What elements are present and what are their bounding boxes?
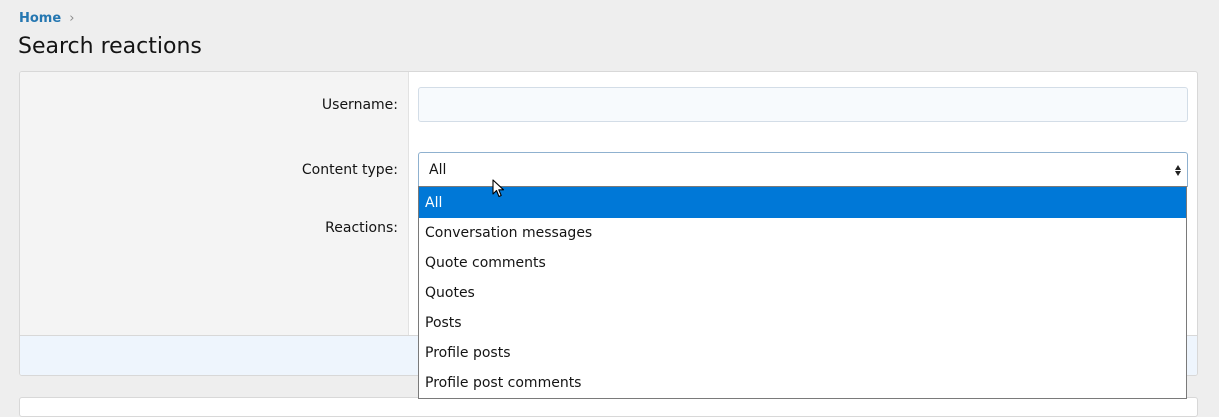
dropdown-option[interactable]: Conversation messages — [419, 218, 1186, 248]
dropdown-option[interactable]: Profile post comments — [419, 368, 1186, 398]
content-type-label: Content type: — [301, 162, 398, 178]
dropdown-option[interactable]: All — [419, 187, 1186, 218]
mouse-cursor-icon — [492, 179, 505, 198]
form-label-column: Username: Content type: Reactions: — [20, 72, 409, 335]
content-type-dropdown-list: All Conversation messages Quote comments Qu… — [418, 186, 1187, 399]
username-input[interactable] — [418, 87, 1188, 122]
chevron-right-icon: › — [69, 10, 75, 26]
content-type-selected-value: All — [429, 161, 447, 178]
breadcrumb-home-link[interactable]: Home — [19, 11, 61, 26]
username-label: Username: — [321, 97, 398, 113]
sort-arrows-icon — [1174, 162, 1182, 178]
dropdown-option[interactable]: Posts — [419, 308, 1186, 338]
dropdown-option[interactable]: Quote comments — [419, 248, 1186, 278]
reactions-label: Reactions: — [325, 220, 398, 236]
dropdown-option[interactable]: Quotes — [419, 278, 1186, 308]
breadcrumb: Home › — [19, 9, 74, 27]
page-title: Search reactions — [18, 34, 202, 59]
results-block — [19, 397, 1198, 417]
dropdown-option[interactable]: Profile posts — [419, 338, 1186, 368]
content-type-select[interactable]: All — [418, 152, 1188, 187]
